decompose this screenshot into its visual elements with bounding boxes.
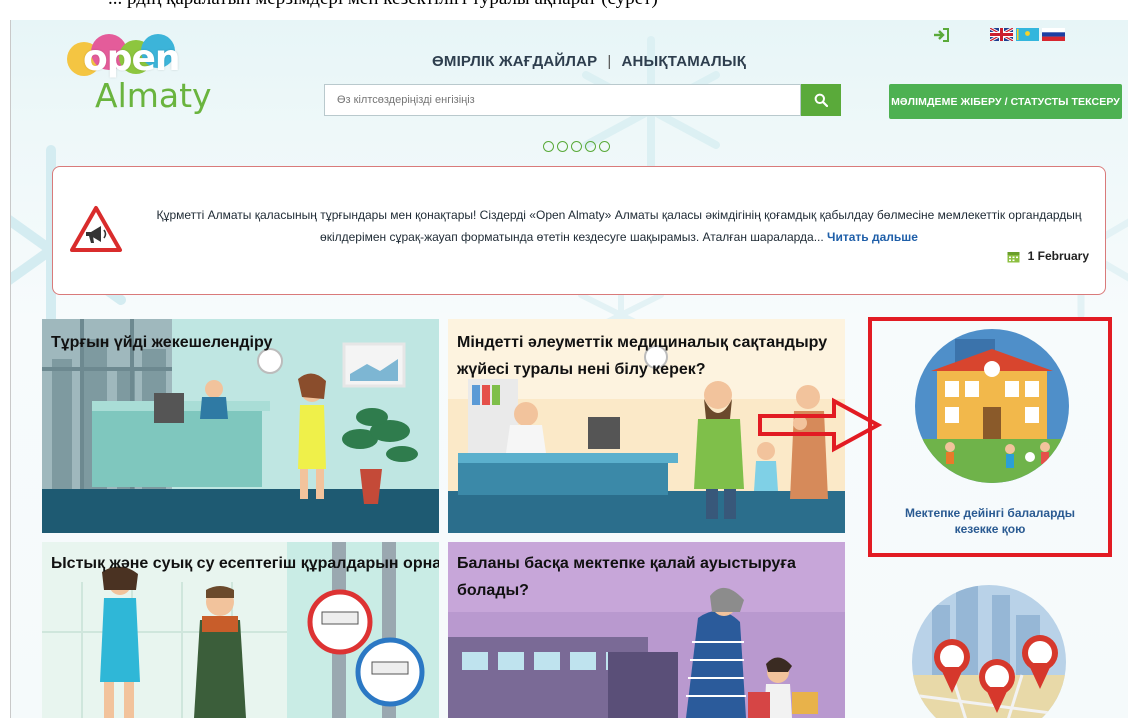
logo-almaty-text: Almaty [95, 76, 212, 115]
announcement-text: Құрметті Алматы қаласының тұрғындары мен… [149, 204, 1089, 248]
preschool-queue-card[interactable]: Мектепке дейінгі балаларды кезекке қою [868, 317, 1112, 557]
tile-water-meters[interactable]: Ыстық және суық су есептегіш құралдарын … [42, 542, 439, 718]
announcement-date-text: 1 February [1027, 249, 1089, 263]
tile-school-transfer-title-line1: Баланы басқа мектепке қалай ауыстыруға [457, 555, 796, 572]
tile-water-meters-title: Ыстық және суық су есептегіш құралдарын … [51, 555, 439, 572]
kindergarten-illustration [915, 329, 1069, 483]
logo-open-text: open [83, 38, 181, 79]
announcement-date: 1 February [1007, 249, 1089, 263]
tile-school-transfer-title-line2: болады? [457, 582, 529, 599]
nav-separator: | [607, 53, 612, 70]
language-switcher [990, 28, 1065, 41]
search-button[interactable] [801, 84, 841, 116]
browser-page: open Almaty ӨМІРЛІК ЖАҒДАЙЛАР | АНЫҚТАМАЛЫ… [10, 20, 1128, 718]
warning-megaphone-icon [70, 206, 122, 252]
annotation-arrow [758, 397, 883, 453]
tile-school-transfer[interactable]: Баланы басқа мектепке қалай ауыстыруға б… [448, 542, 845, 718]
tile-medical-insurance-title: Міндетті әлеуметтік медициналық сақтанды… [457, 329, 827, 383]
nav-life-situations[interactable]: ӨМІРЛІК ЖАҒДАЙЛАР [432, 53, 597, 70]
preschool-queue-label: Мектепке дейінгі балаларды кезекке қою [872, 505, 1108, 537]
logo-open-mark: open [67, 34, 181, 82]
search-box [324, 84, 801, 116]
city-services-map-card[interactable] [912, 585, 1066, 718]
tile-housing-privatization[interactable]: Тұрғын үйді жекешелендіру [42, 319, 439, 533]
slider-pagination [543, 141, 610, 152]
slider-dot-3[interactable] [571, 141, 582, 152]
read-more-link[interactable]: Читать дальше [827, 230, 918, 244]
announcement-body: Құрметті Алматы қаласының тұрғындары мен… [156, 208, 1082, 244]
nav-reference[interactable]: АНЫҚТАМАЛЫҚ [621, 53, 746, 70]
uk-flag-icon[interactable] [990, 28, 1013, 41]
slider-dot-5[interactable] [599, 141, 610, 152]
tile-housing-privatization-title: Тұрғын үйді жекешелендіру [51, 334, 273, 351]
tile-medical-insurance-title-line1: Міндетті әлеуметтік медициналық сақтанды… [457, 334, 828, 351]
announcement-banner: Құрметті Алматы қаласының тұрғындары мен… [52, 166, 1106, 295]
slider-dot-2[interactable] [557, 141, 568, 152]
tile-medical-insurance-title-line2: жүйесі туралы нені білу керек? [457, 361, 706, 378]
city-map-illustration [912, 585, 1066, 718]
open-almaty-logo[interactable]: open Almaty [49, 32, 219, 116]
search-icon [814, 93, 828, 107]
tile-school-transfer-title: Баланы басқа мектепке қалай ауыстыруға б… [457, 550, 796, 604]
submit-application-button[interactable]: МӘЛІМДЕМЕ ЖІБЕРУ / СТАТУСТЫ ТЕКСЕРУ [889, 84, 1122, 119]
search-input[interactable] [325, 85, 800, 115]
top-navigation: ӨМІРЛІК ЖАҒДАЙЛАР | АНЫҚТАМАЛЫҚ [432, 53, 746, 70]
calendar-icon [1007, 251, 1020, 262]
preschool-queue-label-line2: кезекке қою [954, 522, 1026, 536]
kazakhstan-flag-icon[interactable] [1016, 28, 1039, 41]
slider-dot-1[interactable] [543, 141, 554, 152]
russia-flag-icon[interactable] [1042, 28, 1065, 41]
document-text: ... рдің қаралатын мерзімдері мен кезект… [108, 0, 658, 10]
sign-in-icon[interactable] [933, 28, 949, 42]
slider-dot-4[interactable] [585, 141, 596, 152]
preschool-queue-label-line1: Мектепке дейінгі балаларды [905, 506, 1075, 520]
document-text-strip: ... рдің қаралатын мерзімдері мен кезект… [0, 0, 1128, 20]
